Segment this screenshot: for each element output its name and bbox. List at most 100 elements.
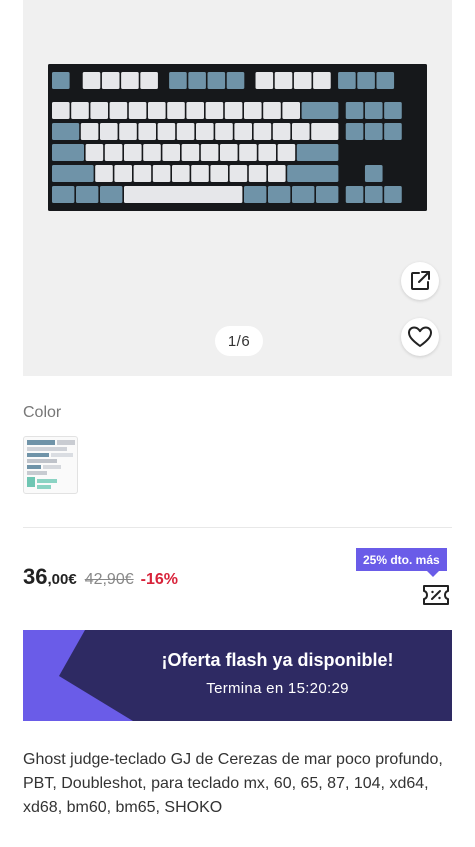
keycap bbox=[357, 72, 375, 89]
color-swatch-thumbnail bbox=[27, 440, 75, 489]
keycap bbox=[85, 144, 104, 161]
keycap bbox=[316, 186, 339, 203]
keycap bbox=[205, 102, 224, 119]
price-current-integer: 36 bbox=[23, 564, 48, 589]
keycap bbox=[293, 72, 312, 89]
keycap bbox=[384, 186, 402, 203]
keycap bbox=[121, 72, 139, 89]
keycap bbox=[152, 165, 171, 182]
product-image-gallery[interactable]: 1/6 bbox=[23, 0, 452, 376]
keycap bbox=[296, 144, 339, 161]
keycap bbox=[80, 123, 99, 140]
keycap bbox=[52, 144, 84, 161]
product-title: Ghost judge-teclado GJ de Cerezas de mar… bbox=[23, 751, 443, 816]
keycap bbox=[215, 123, 233, 140]
coupon-badge[interactable]: 25% dto. más bbox=[356, 548, 447, 577]
keycap bbox=[224, 102, 243, 119]
keycap bbox=[138, 123, 156, 140]
keycap bbox=[162, 144, 180, 161]
keycap bbox=[210, 165, 228, 182]
share-button[interactable] bbox=[401, 262, 439, 300]
keycap bbox=[301, 102, 339, 119]
keycap bbox=[157, 123, 176, 140]
keycap bbox=[124, 144, 142, 161]
keycap bbox=[128, 102, 147, 119]
keycap bbox=[52, 186, 75, 203]
keycap bbox=[244, 186, 267, 203]
keycap bbox=[176, 123, 195, 140]
keycap bbox=[292, 186, 315, 203]
keycap bbox=[133, 165, 152, 182]
keycap bbox=[143, 144, 161, 161]
keycap bbox=[239, 144, 257, 161]
keycap bbox=[277, 144, 296, 161]
keycap bbox=[109, 102, 128, 119]
keycap bbox=[234, 123, 252, 140]
keycap bbox=[114, 165, 132, 182]
keycap bbox=[200, 144, 219, 161]
keycap bbox=[119, 123, 137, 140]
color-swatch[interactable] bbox=[23, 436, 78, 494]
keycap bbox=[376, 72, 395, 89]
keycap bbox=[255, 72, 274, 89]
keycap bbox=[101, 72, 120, 89]
keycap bbox=[244, 102, 262, 119]
keycap bbox=[188, 72, 206, 89]
keycap bbox=[311, 123, 339, 140]
keycap bbox=[268, 165, 286, 182]
keycap bbox=[104, 144, 123, 161]
product-image-keyboard bbox=[48, 64, 427, 211]
keycap bbox=[124, 186, 243, 203]
image-counter: 1/6 bbox=[215, 326, 263, 356]
keycap bbox=[140, 72, 158, 89]
keycap bbox=[220, 144, 238, 161]
keycap bbox=[338, 72, 356, 89]
keycap bbox=[248, 165, 267, 182]
color-label: Color bbox=[23, 404, 62, 421]
keycap bbox=[263, 102, 281, 119]
keycap bbox=[52, 102, 70, 119]
flash-sale-countdown: Termina en 15:20:29 bbox=[206, 680, 349, 697]
keycap bbox=[191, 165, 209, 182]
keycap bbox=[181, 144, 200, 161]
keycap bbox=[364, 165, 383, 182]
keycap bbox=[95, 165, 113, 182]
keycap bbox=[100, 123, 118, 140]
keycap bbox=[272, 123, 291, 140]
keycap bbox=[90, 102, 108, 119]
discount-percent: -16% bbox=[140, 571, 178, 588]
keycap bbox=[172, 165, 190, 182]
heart-icon bbox=[408, 326, 432, 347]
keycap bbox=[364, 123, 383, 140]
keycap bbox=[384, 123, 402, 140]
keycap bbox=[52, 165, 94, 182]
section-divider bbox=[23, 527, 452, 528]
price-original: 42,90€ bbox=[84, 571, 134, 588]
keycap bbox=[292, 123, 310, 140]
keycap bbox=[313, 72, 331, 89]
keycap bbox=[364, 102, 383, 119]
favorite-button[interactable] bbox=[401, 318, 439, 356]
keycap bbox=[345, 123, 364, 140]
keycap bbox=[282, 102, 300, 119]
keycap bbox=[76, 186, 99, 203]
external-link-icon bbox=[411, 271, 430, 290]
keycap bbox=[169, 72, 187, 89]
keycap bbox=[287, 165, 339, 182]
keycap bbox=[229, 165, 248, 182]
keycap bbox=[226, 72, 245, 89]
flash-sale-title: ¡Oferta flash ya disponible! bbox=[161, 650, 394, 670]
keycap bbox=[148, 102, 166, 119]
flash-sale-banner[interactable]: ¡Oferta flash ya disponible! Termina en … bbox=[23, 630, 452, 721]
keycap bbox=[345, 186, 364, 203]
price-current-decimal: ,00€ bbox=[47, 571, 77, 588]
keycap bbox=[207, 72, 226, 89]
keycap bbox=[384, 102, 402, 119]
keycap bbox=[258, 144, 276, 161]
keycap bbox=[274, 72, 293, 89]
keycap bbox=[52, 123, 80, 140]
coupon-icon[interactable] bbox=[421, 582, 451, 608]
price-row: 36 ,00€ 42,90€ -16% bbox=[23, 564, 178, 594]
keycap bbox=[82, 72, 101, 89]
keycap bbox=[196, 123, 214, 140]
